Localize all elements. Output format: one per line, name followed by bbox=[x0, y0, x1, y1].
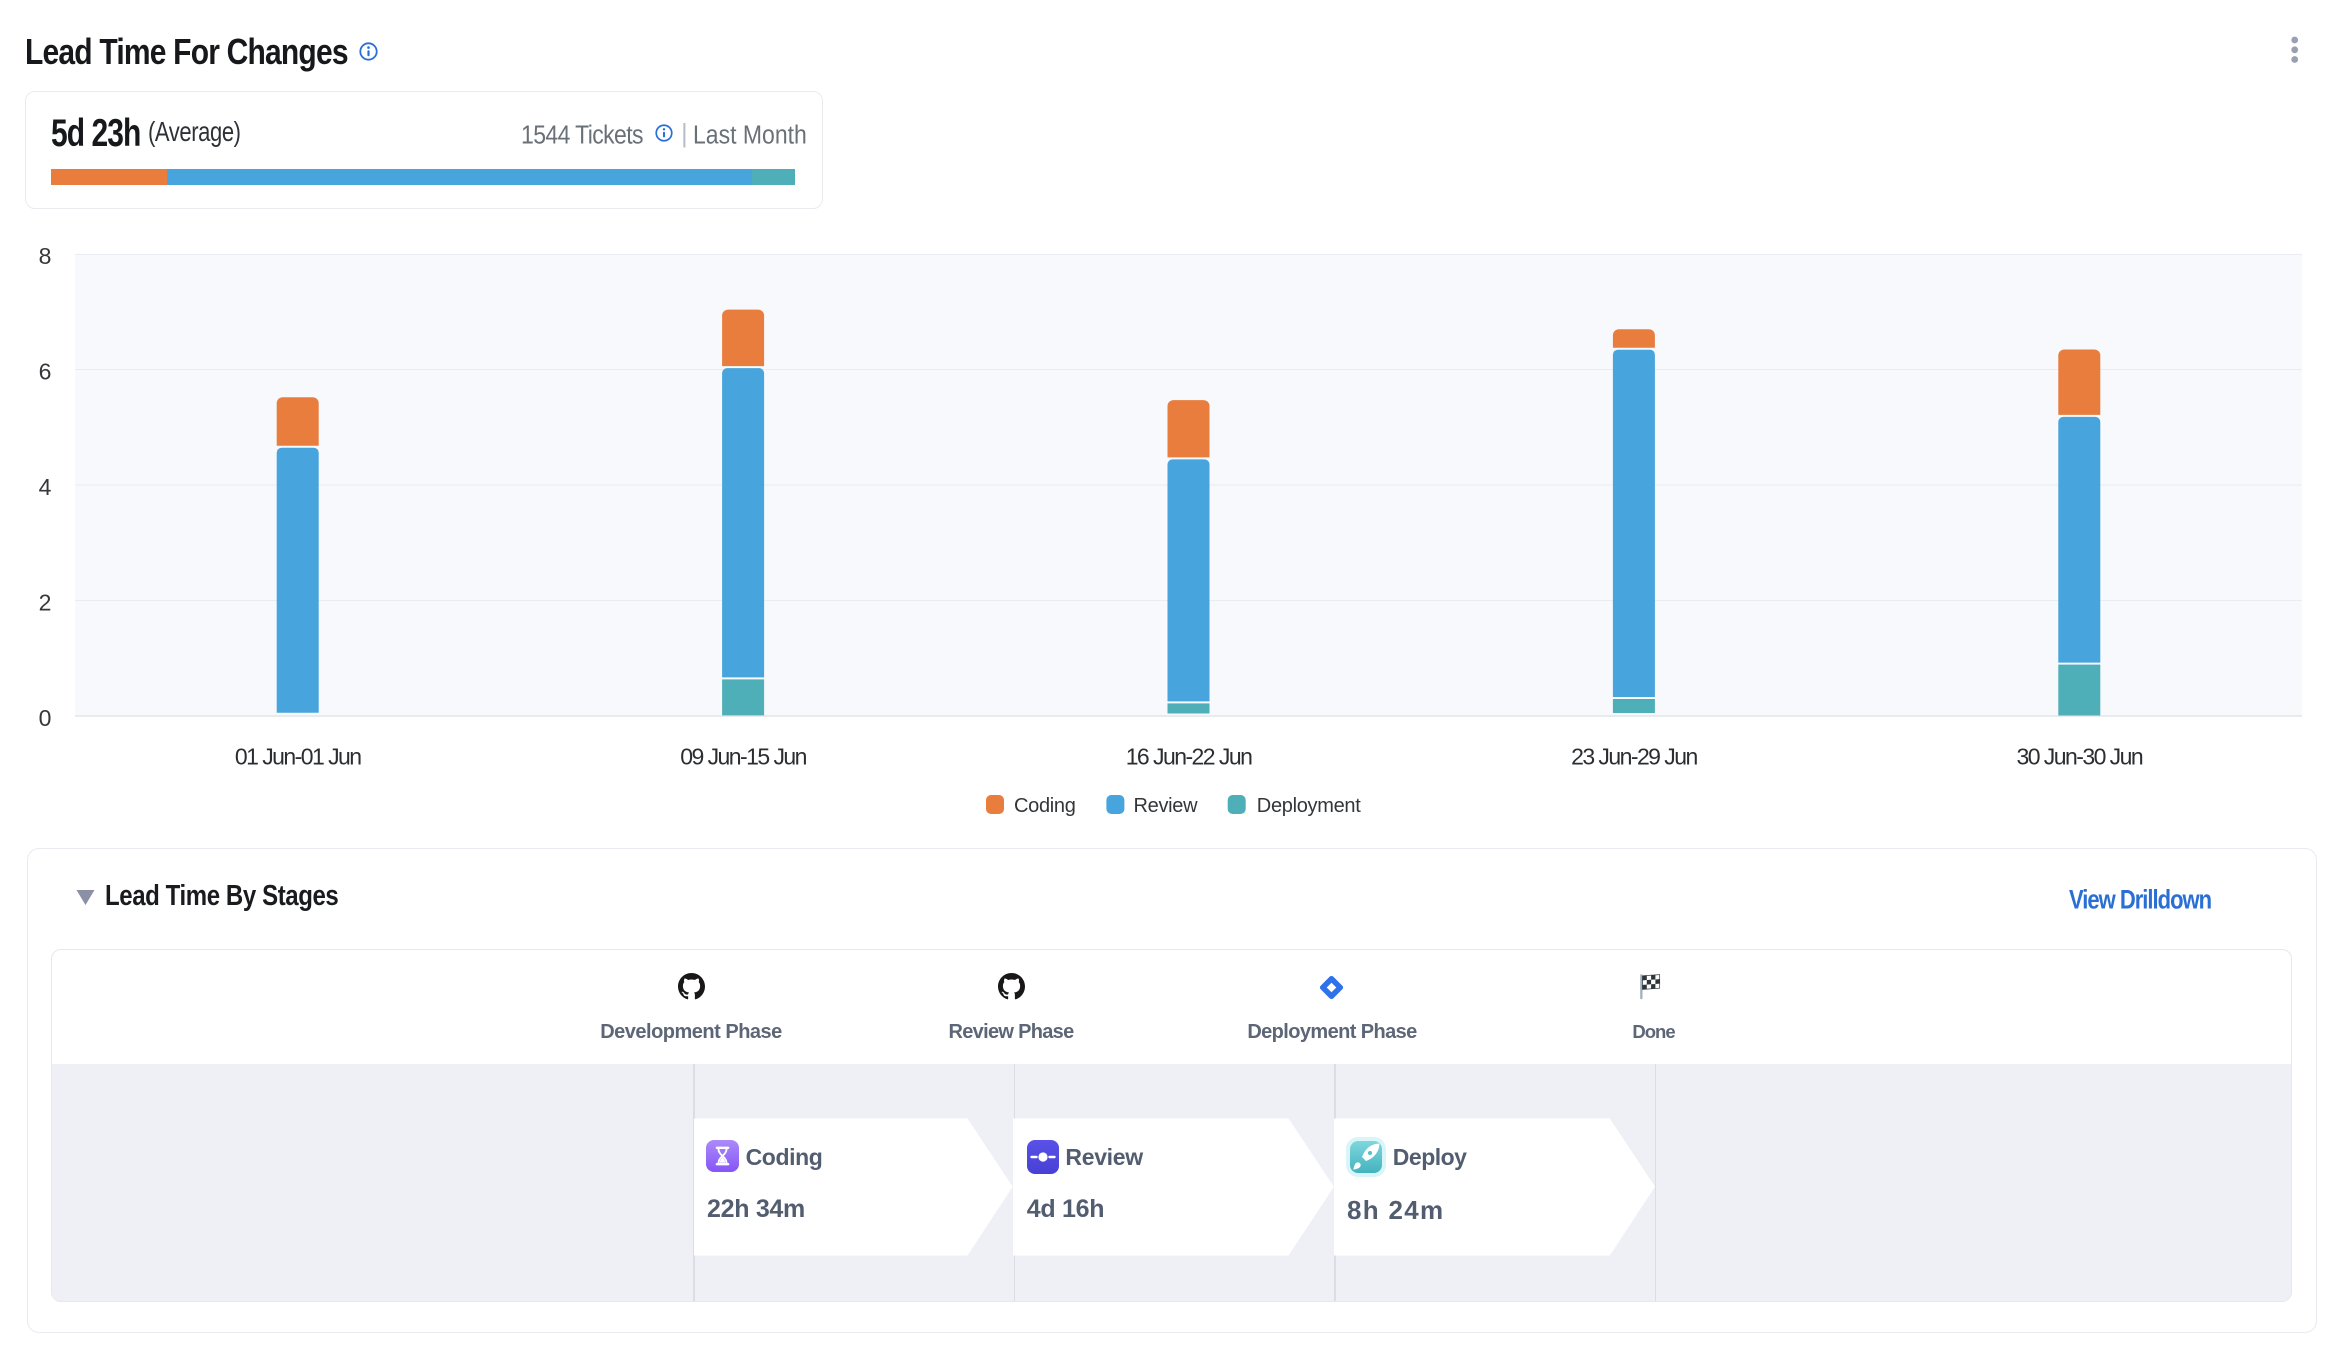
svg-text:0: 0 bbox=[39, 705, 52, 731]
svg-text:09 Jun-15 Jun: 09 Jun-15 Jun bbox=[680, 744, 806, 770]
svg-text:16 Jun-22 Jun: 16 Jun-22 Jun bbox=[1126, 744, 1252, 770]
svg-text:01 Jun-01 Jun: 01 Jun-01 Jun bbox=[235, 744, 361, 770]
svg-text:4: 4 bbox=[39, 474, 52, 500]
svg-text:Deployment: Deployment bbox=[1257, 795, 1361, 817]
svg-text:6: 6 bbox=[39, 359, 52, 385]
svg-text:23 Jun-29 Jun: 23 Jun-29 Jun bbox=[1571, 744, 1697, 770]
svg-text:8: 8 bbox=[39, 243, 52, 269]
svg-text:30 Jun-30 Jun: 30 Jun-30 Jun bbox=[2016, 744, 2142, 770]
svg-text:Coding: Coding bbox=[1014, 795, 1076, 817]
svg-text:Review: Review bbox=[1134, 795, 1199, 817]
svg-text:2: 2 bbox=[39, 590, 52, 616]
